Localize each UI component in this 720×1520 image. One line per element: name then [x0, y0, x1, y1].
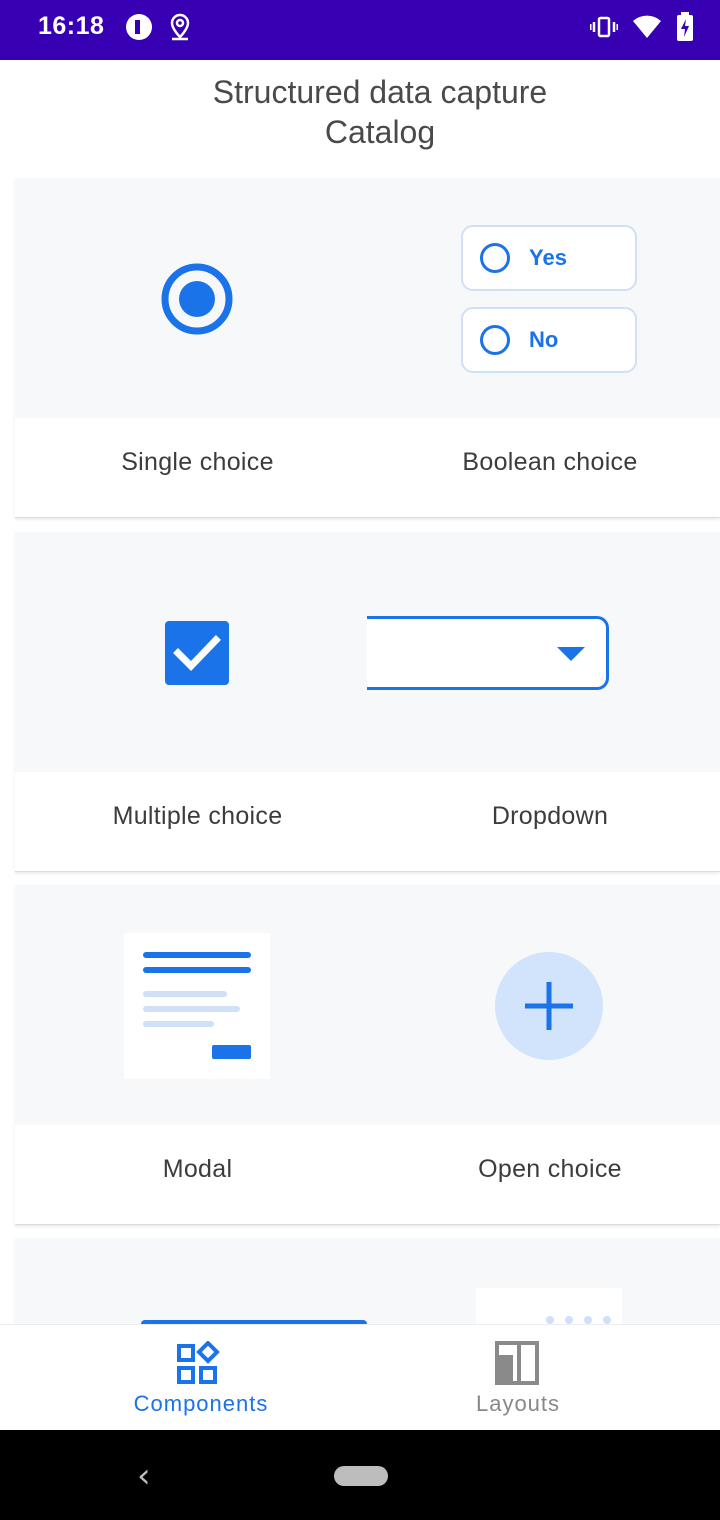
home-handle[interactable]: [334, 1466, 388, 1486]
radio-selected-icon[interactable]: [161, 263, 233, 335]
boolean-option-no[interactable]: No: [461, 307, 637, 373]
chevron-down-icon: [557, 647, 585, 661]
layouts-icon: [495, 1341, 539, 1385]
bottom-navigation: Components Layouts: [0, 1324, 720, 1430]
radio-unselected-icon: [480, 243, 510, 273]
date-preview-icon: [476, 1288, 622, 1328]
tab-components[interactable]: Components: [100, 1325, 302, 1431]
card-label-open-choice[interactable]: Open choice: [380, 1155, 720, 1184]
page-title: Structured data capture Catalog: [0, 72, 720, 152]
modal-dialog-icon[interactable]: [124, 933, 270, 1079]
card-preview: [15, 532, 720, 772]
card-preview: Yes No: [15, 178, 720, 418]
tab-layouts[interactable]: Layouts: [430, 1325, 606, 1431]
radio-unselected-icon: [480, 325, 510, 355]
card-label-multiple-choice[interactable]: Multiple choice: [15, 802, 380, 831]
page-title-line-2: Catalog: [324, 114, 436, 150]
components-icon: [177, 1341, 220, 1384]
card-label-boolean-choice[interactable]: Boolean choice: [380, 448, 720, 477]
tab-layouts-label: Layouts: [475, 1391, 561, 1416]
add-icon[interactable]: [494, 951, 604, 1061]
vibrate-icon: [589, 13, 619, 46]
card-label-modal[interactable]: Modal: [15, 1155, 380, 1184]
checkbox-checked-icon[interactable]: [164, 620, 230, 686]
boolean-yes-label: Yes: [529, 245, 567, 270]
card-multiple-dropdown: Multiple choice Dropdown: [15, 532, 720, 872]
card-modal-open: Modal Open choice: [15, 885, 720, 1225]
status-bar: 16:18: [0, 0, 720, 60]
battery-charging-icon: [676, 12, 694, 47]
app-notification-icon: [126, 14, 152, 40]
location-icon: [168, 13, 192, 46]
back-icon[interactable]: ‹: [137, 1456, 151, 1496]
boolean-option-yes[interactable]: Yes: [461, 225, 637, 291]
boolean-no-label: No: [529, 327, 559, 352]
page-title-line-1: Structured data capture: [212, 74, 548, 110]
wifi-icon: [632, 14, 662, 45]
tab-components-label: Components: [133, 1391, 269, 1416]
card-label-dropdown[interactable]: Dropdown: [380, 802, 720, 831]
card-single-boolean: Yes No Single choice Boolean choice: [15, 178, 720, 518]
card-label-single-choice[interactable]: Single choice: [15, 448, 380, 477]
status-time: 16:18: [38, 12, 105, 40]
card-preview: [15, 885, 720, 1125]
system-navigation-bar: ‹: [0, 1430, 720, 1520]
